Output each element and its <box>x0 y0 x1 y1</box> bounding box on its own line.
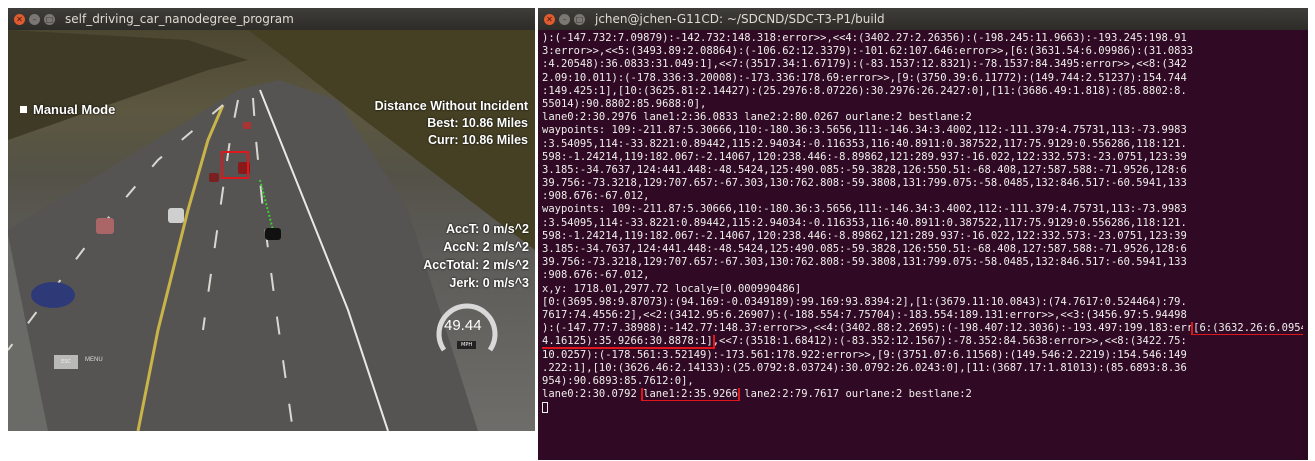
terminal-line: :149.425:1],[10:(3625.81:2.14427):(25.29… <box>542 84 1187 97</box>
terminal-line: [0:(3695.98:9.87073):(94.169:-0.0349189)… <box>542 295 1187 308</box>
car-distant <box>243 122 251 129</box>
distance-title: Distance Without Incident <box>374 99 528 113</box>
terminal-line: 598:-1.24214,119:182.067:-2.14067,120:23… <box>542 150 1187 163</box>
terminal-line: 3.185:-34.7637,124:441.448:-48.5424,125:… <box>542 243 1187 255</box>
ego-car <box>265 228 281 240</box>
minimize-icon[interactable]: – <box>29 13 40 25</box>
terminal-line: 55014):90.8802:85.9688:0], <box>542 97 707 110</box>
terminal-line: 39.756:-73.3218,129:707.657:-67.303,130:… <box>542 256 1187 269</box>
mode-label: Manual Mode <box>33 102 116 117</box>
mode-bullet-icon <box>20 106 27 113</box>
terminal-titlebar: ✕ – □ jchen@jchen-G11CD: ~/SDCND/SDC-T3-… <box>538 8 1308 30</box>
terminal-output[interactable]: ):(-147.732:7.09879):-142.732:148.318:er… <box>538 30 1308 460</box>
cursor-icon <box>542 401 548 413</box>
window-title: self_driving_car_nanodegree_program <box>65 12 294 26</box>
car-blue <box>31 282 75 308</box>
terminal-line: 2.09:10.011):(-178.336:3.20008):-173.336… <box>542 71 1187 84</box>
highlight-lane1-car-a: [6:(3632.26:6.09547):(30.9266: <box>1191 322 1308 336</box>
terminal-line: 7617:74.4556:2],<<2:(3412.95:6.26907):(-… <box>542 308 1187 321</box>
current-distance: Curr: 10.86 Miles <box>427 133 528 147</box>
terminal-line: :908.676:-67.012, <box>542 190 650 203</box>
acc-n: AccN: 2 m/s^2 <box>443 240 529 254</box>
terminal-scrollbar[interactable] <box>1303 30 1308 460</box>
simulator-titlebar: ✕ – □ self_driving_car_nanodegree_progra… <box>8 8 535 30</box>
terminal-line: .222:1],[10:(3626.46:2.14133):(25.0792:8… <box>542 361 1187 374</box>
maximize-icon[interactable]: □ <box>574 13 585 25</box>
speed-value: 49.44 <box>444 317 482 334</box>
maximize-icon[interactable]: □ <box>44 13 55 25</box>
terminal-line: waypoints: 109:-211.87:5.30666,110:-180.… <box>542 124 1187 137</box>
manual-mode-indicator: Manual Mode <box>20 102 115 117</box>
terminal-line: :3.54095,114:-33.8221:0.89442,115:2.9403… <box>542 137 1187 150</box>
simulator-window: ✕ – □ self_driving_car_nanodegree_progra… <box>8 8 535 431</box>
simulator-viewport: Manual Mode Distance Without Incident Be… <box>8 30 535 431</box>
minimize-icon[interactable]: – <box>559 13 570 25</box>
terminal-line: :3.54095,114:-33.8221:0.89442,115:2.9403… <box>542 216 1187 229</box>
car-white <box>168 208 184 223</box>
best-distance: Best: 10.86 Miles <box>427 116 528 130</box>
car-pink <box>96 218 114 234</box>
highlight-lane1-car-b: 4.16125):35.9266:30.8878:1] <box>542 335 715 349</box>
acc-t: AccT: 0 m/s^2 <box>445 222 529 236</box>
terminal-line: 39.756:-73.3218,129:707.657:-67.303,130:… <box>542 177 1187 190</box>
terminal-line: :4.20548):36.0833:31.049:1],<<7:(3517.34… <box>542 58 1187 71</box>
terminal-window: ✕ – □ jchen@jchen-G11CD: ~/SDCND/SDC-T3-… <box>538 8 1308 460</box>
terminal-line: 954):90.6893:85.7612:0], <box>542 374 694 387</box>
close-icon[interactable]: ✕ <box>14 13 25 25</box>
distance-panel: Distance Without Incident Best: 10.86 Mi… <box>375 98 528 149</box>
terminal-line: 10.0257):(-178.561:3.52149):-173.561:178… <box>542 348 1187 361</box>
terminal-line: :908.676:-67.012, <box>542 269 650 282</box>
terminal-line: 3.185:-34.7637,124:441.448:-48.5424,125:… <box>542 163 1187 176</box>
terminal-line: ):(-147.77:7.38988):-142.77:148.37:error… <box>542 322 1308 336</box>
terminal-line: lane0:2:30.2976 lane1:2:36.0833 lane2:2:… <box>542 111 972 124</box>
menu-button[interactable]: ESC <box>54 355 78 369</box>
terminal-lines: ):(-147.732:7.09879):-142.732:148.318:er… <box>542 32 1308 322</box>
terminal-line: waypoints: 109:-211.87:5.30666,110:-180.… <box>542 203 1187 216</box>
terminal-line: x,y: 1718.01,2977.72 localy=[0.000990486… <box>542 282 802 295</box>
menu-label: MENU <box>85 357 103 363</box>
terminal-line: 598:-1.24214,119:182.067:-2.14067,120:23… <box>542 229 1187 242</box>
prompt-line <box>542 401 1308 414</box>
acc-total: AccTotal: 2 m/s^2 <box>423 258 529 272</box>
highlight-lane1-cost: lane1:2:35.9266 <box>641 388 740 402</box>
close-icon[interactable]: ✕ <box>544 13 555 25</box>
terminal-line: 4.16125):35.9266:30.8878:1],<<7:(3518:1.… <box>542 335 1187 349</box>
speed-unit: MPH <box>457 341 477 349</box>
acceleration-panel: AccT: 0 m/s^2 AccN: 2 m/s^2 AccTotal: 2 … <box>423 220 529 292</box>
terminal-line: ):(-147.732:7.09879):-142.732:148.318:er… <box>542 32 1187 44</box>
window-title: jchen@jchen-G11CD: ~/SDCND/SDC-T3-P1/bui… <box>595 12 885 26</box>
car-far <box>209 173 219 182</box>
terminal-line: lane0:2:30.0792 lane1:2:35.9266 lane2:2:… <box>542 388 972 402</box>
jerk: Jerk: 0 m/s^3 <box>449 276 529 290</box>
terminal-line: 3:error>>,<<5:(3493.89:2.08864):(-106.62… <box>542 45 1194 58</box>
